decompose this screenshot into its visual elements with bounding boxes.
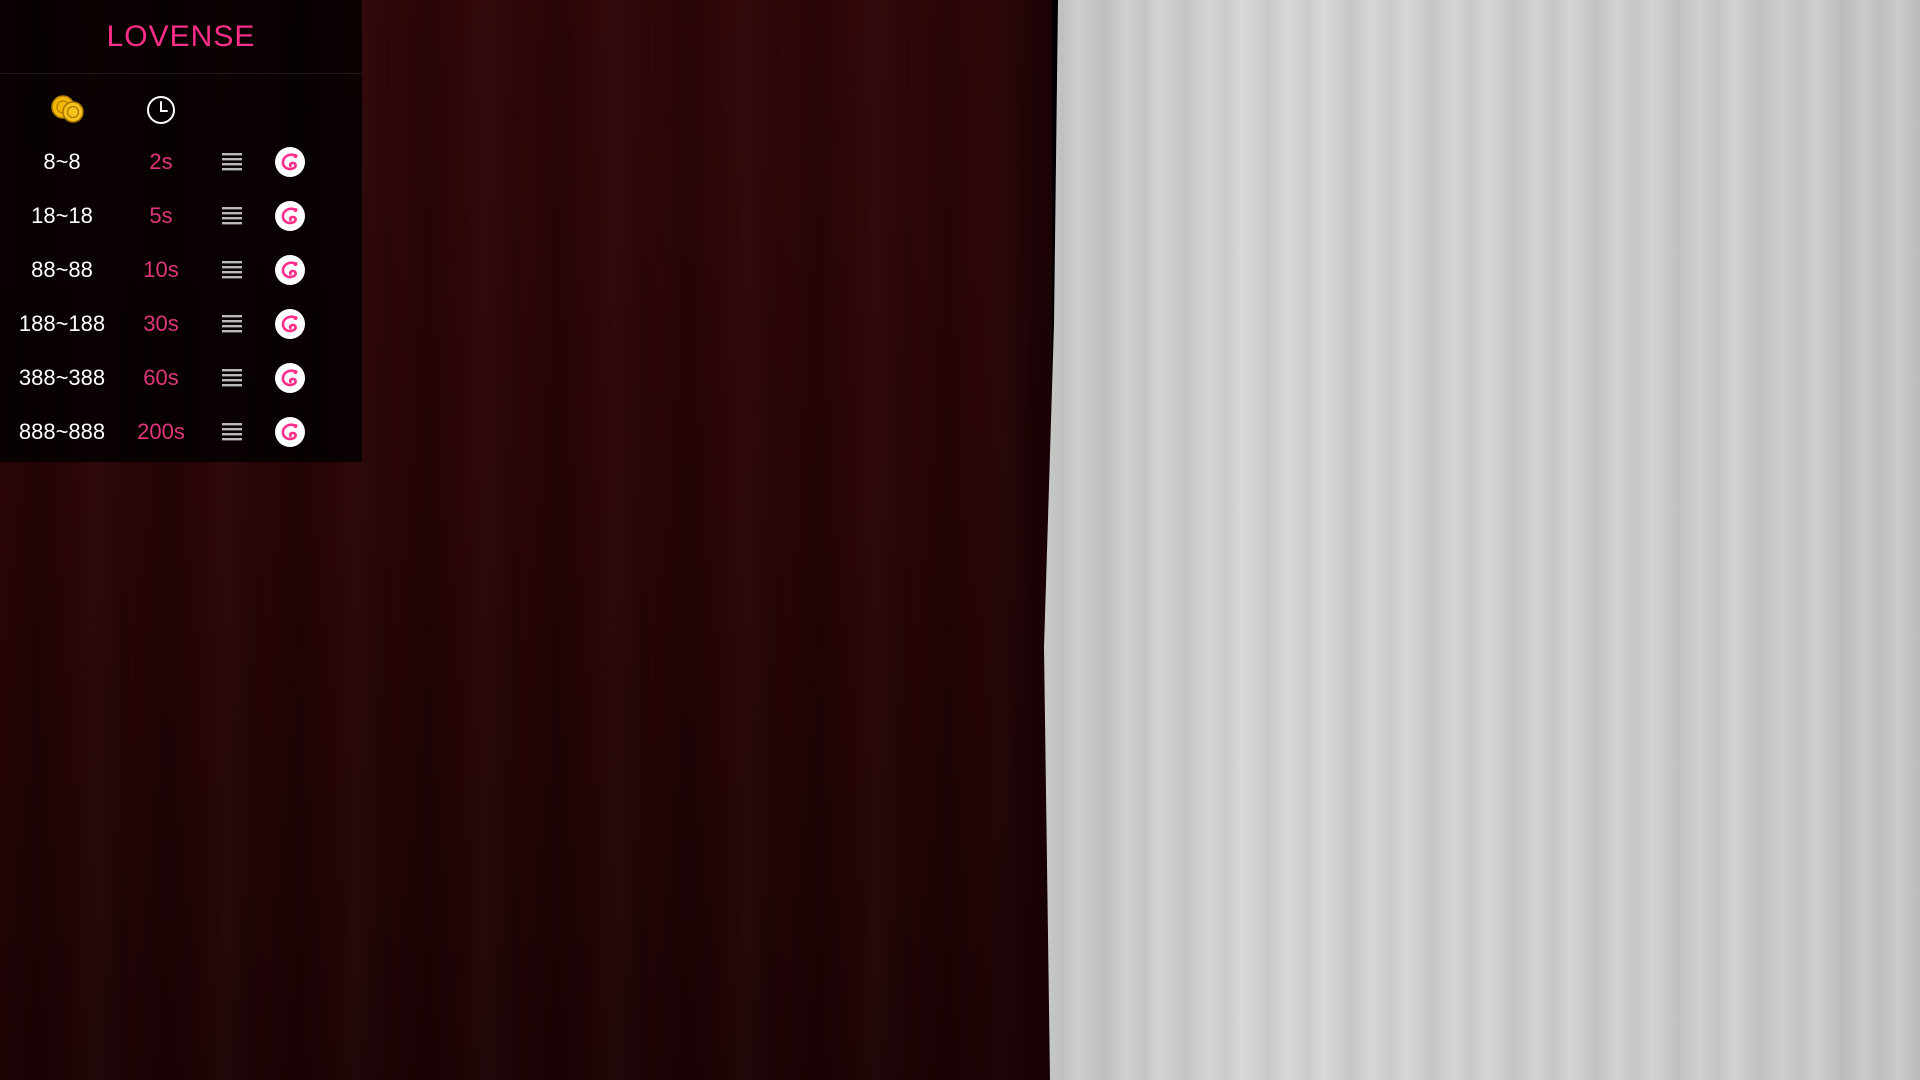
video-stream: LOVENSE 8~8 2s 18~18 5s 88~88 10s 188~18… bbox=[0, 0, 1920, 1080]
tip-level-list: 8~8 2s 18~18 5s 88~88 10s 188~188 30s 38… bbox=[0, 135, 362, 459]
clock-icon bbox=[147, 96, 175, 124]
brand-header: LOVENSE bbox=[0, 0, 362, 74]
lovense-toy-icon bbox=[275, 201, 305, 231]
token-amount-range: 188~188 bbox=[18, 311, 106, 336]
vibration-level-icon bbox=[222, 369, 242, 387]
lovense-tip-menu-panel: LOVENSE 8~8 2s 18~18 5s 88~88 10s 188~18… bbox=[0, 0, 362, 462]
vibration-level-icon bbox=[222, 207, 242, 225]
vibration-duration: 200s bbox=[137, 419, 185, 444]
white-curtain-background bbox=[1044, 0, 1920, 1080]
tip-level-row: 8~8 2s bbox=[0, 135, 362, 189]
tip-level-row: 18~18 5s bbox=[0, 189, 362, 243]
lovense-toy-icon bbox=[275, 255, 305, 285]
vibration-duration: 5s bbox=[149, 203, 173, 228]
tip-level-row: 388~388 60s bbox=[0, 351, 362, 405]
token-amount-range: 388~388 bbox=[18, 365, 106, 390]
lovense-logo: LOVENSE bbox=[106, 19, 256, 53]
token-amount-range: 18~18 bbox=[31, 203, 93, 228]
vibration-level-icon bbox=[222, 423, 242, 441]
vibration-duration: 60s bbox=[143, 365, 179, 390]
tip-level-row: 88~88 10s bbox=[0, 243, 362, 297]
vibration-duration: 30s bbox=[143, 311, 179, 336]
coins-icon bbox=[51, 95, 84, 123]
vibration-level-icon bbox=[222, 315, 242, 333]
vibration-level-icon bbox=[222, 261, 242, 279]
token-amount-range: 88~88 bbox=[31, 257, 93, 282]
lovense-toy-icon bbox=[275, 363, 305, 393]
tip-level-row: 188~188 30s bbox=[0, 297, 362, 351]
tip-menu-column-headers bbox=[0, 74, 362, 144]
token-amount-range: 888~888 bbox=[18, 419, 106, 444]
token-amount-range: 8~8 bbox=[43, 149, 81, 174]
vibration-duration: 2s bbox=[149, 149, 173, 174]
vibration-duration: 10s bbox=[143, 257, 179, 282]
lovense-toy-icon bbox=[275, 147, 305, 177]
tip-level-row: 888~888 200s bbox=[0, 405, 362, 459]
vibration-level-icon bbox=[222, 153, 242, 171]
lovense-toy-icon bbox=[275, 309, 305, 339]
lovense-toy-icon bbox=[275, 417, 305, 447]
